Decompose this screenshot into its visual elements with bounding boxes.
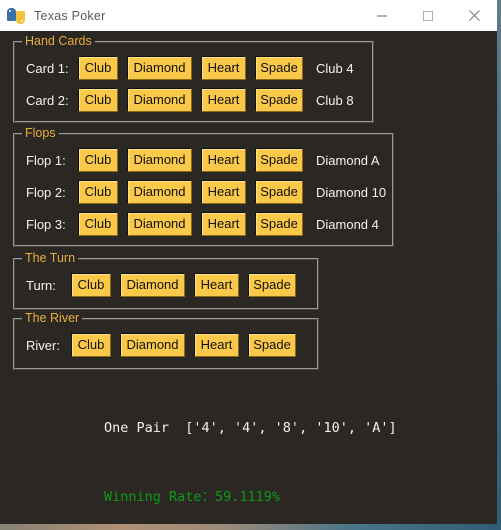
card-2-diamond-button[interactable]: Diamond <box>127 88 192 112</box>
flop-1-spade-button[interactable]: Spade <box>255 148 303 172</box>
turn-club-button[interactable]: Club <box>71 273 111 297</box>
row-card-2: Card 2: Club Diamond Heart Spade Club 8 <box>26 88 354 112</box>
flop-1-heart-button[interactable]: Heart <box>201 148 246 172</box>
maximize-button[interactable] <box>405 0 451 31</box>
client-area: Hand Cards Card 1: Club Diamond Heart Sp… <box>0 31 497 524</box>
label-flop-3: Flop 3: <box>26 216 66 232</box>
row-flop-2: Flop 2: Club Diamond Heart Spade Diamond… <box>26 180 386 204</box>
group-flops: Flops Flop 1: Club Diamond Heart Spade D… <box>13 126 394 247</box>
flop-1-value: Diamond A <box>316 152 380 168</box>
turn-diamond-button[interactable]: Diamond <box>120 273 185 297</box>
label-flop-1: Flop 1: <box>26 152 66 168</box>
group-the-turn: The Turn Turn: Club Diamond Heart Spade <box>13 251 319 310</box>
results-panel: One Pair ['4', '4', '8', '10', 'A'] Winn… <box>104 371 397 524</box>
group-hand-cards: Hand Cards Card 1: Club Diamond Heart Sp… <box>13 34 374 123</box>
window-title: Texas Poker <box>34 8 106 23</box>
flop-2-spade-button[interactable]: Spade <box>255 180 303 204</box>
title-bar: Texas Poker <box>0 0 497 31</box>
group-the-river: The River River: Club Diamond Heart Spad… <box>13 311 319 370</box>
card-1-value: Club 4 <box>316 60 354 76</box>
river-heart-button[interactable]: Heart <box>194 333 239 357</box>
close-button[interactable] <box>451 0 497 31</box>
flop-3-diamond-button[interactable]: Diamond <box>127 212 192 236</box>
group-title-the-turn: The Turn <box>22 251 79 265</box>
label-card-1: Card 1: <box>26 60 69 76</box>
minimize-button[interactable] <box>359 0 405 31</box>
label-flop-2: Flop 2: <box>26 184 66 200</box>
flop-3-spade-button[interactable]: Spade <box>255 212 303 236</box>
group-title-the-river: The River <box>22 311 83 325</box>
maximize-icon <box>423 10 433 21</box>
river-diamond-button[interactable]: Diamond <box>120 333 185 357</box>
python-logo-icon <box>7 7 25 25</box>
row-river: River: Club Diamond Heart Spade <box>26 333 309 357</box>
app-window: Texas Poker Hand Cards Card 1: Club Diam… <box>0 0 497 524</box>
group-title-hand-cards: Hand Cards <box>22 34 95 48</box>
label-card-2: Card 2: <box>26 92 69 108</box>
flop-2-value: Diamond 10 <box>316 184 387 200</box>
flop-1-club-button[interactable]: Club <box>78 148 118 172</box>
flop-3-club-button[interactable]: Club <box>78 212 118 236</box>
flop-2-heart-button[interactable]: Heart <box>201 180 246 204</box>
turn-spade-button[interactable]: Spade <box>248 273 296 297</box>
close-icon <box>468 10 480 21</box>
flop-2-club-button[interactable]: Club <box>78 180 118 204</box>
window-controls <box>359 0 497 31</box>
card-2-heart-button[interactable]: Heart <box>201 88 246 112</box>
minimize-icon <box>377 15 387 16</box>
card-1-club-button[interactable]: Club <box>78 56 118 80</box>
row-flop-3: Flop 3: Club Diamond Heart Spade Diamond… <box>26 212 379 236</box>
card-1-heart-button[interactable]: Heart <box>201 56 246 80</box>
row-flop-1: Flop 1: Club Diamond Heart Spade Diamond… <box>26 148 380 172</box>
label-turn: Turn: <box>26 277 56 293</box>
river-spade-button[interactable]: Spade <box>248 333 296 357</box>
label-river: River: <box>26 337 60 353</box>
row-card-1: Card 1: Club Diamond Heart Spade Club 4 <box>26 56 354 80</box>
card-2-club-button[interactable]: Club <box>78 88 118 112</box>
card-2-spade-button[interactable]: Spade <box>255 88 303 112</box>
card-2-value: Club 8 <box>316 92 354 108</box>
row-turn: Turn: Club Diamond Heart Spade <box>26 273 309 297</box>
flop-1-diamond-button[interactable]: Diamond <box>127 148 192 172</box>
flop-3-value: Diamond 4 <box>316 216 379 232</box>
turn-heart-button[interactable]: Heart <box>194 273 239 297</box>
flop-2-diamond-button[interactable]: Diamond <box>127 180 192 204</box>
result-hand-rank: One Pair ['4', '4', '8', '10', 'A'] <box>104 420 397 436</box>
group-title-flops: Flops <box>22 126 59 140</box>
river-club-button[interactable]: Club <box>71 333 111 357</box>
result-winning-rate: Winning Rate：59.1119% <box>104 489 281 505</box>
card-1-spade-button[interactable]: Spade <box>255 56 303 80</box>
flop-3-heart-button[interactable]: Heart <box>201 212 246 236</box>
card-1-diamond-button[interactable]: Diamond <box>127 56 192 80</box>
